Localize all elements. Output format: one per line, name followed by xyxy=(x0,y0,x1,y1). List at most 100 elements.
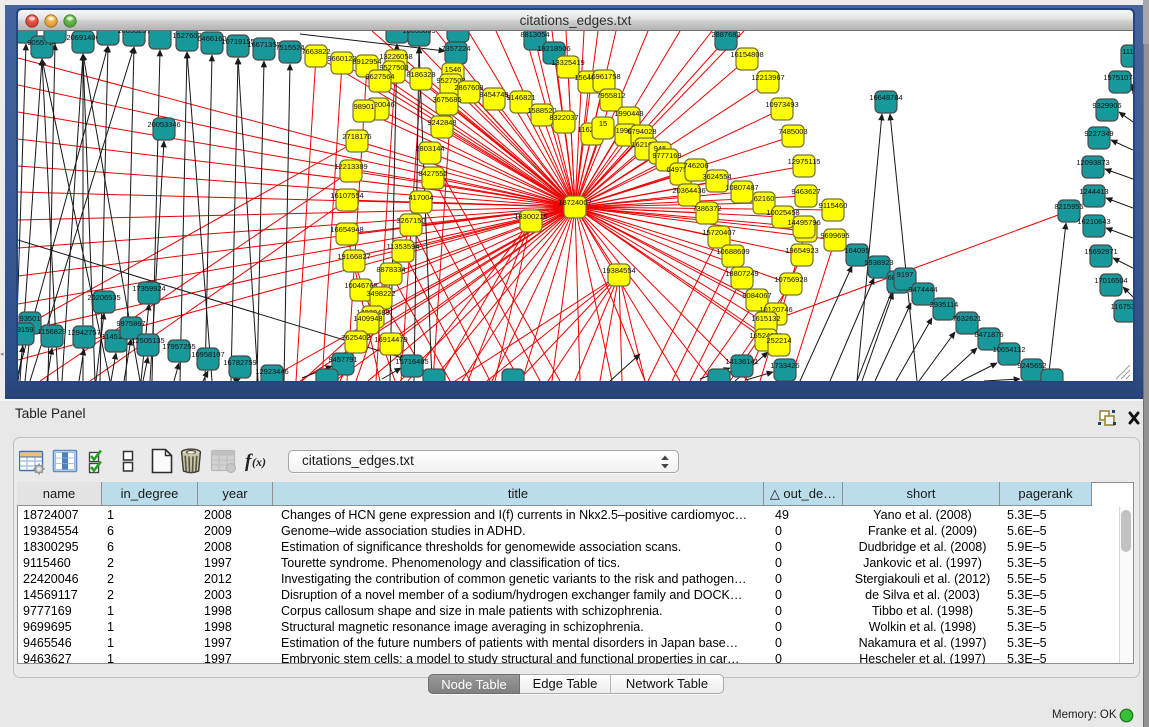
svg-text:15692971: 15692971 xyxy=(1084,247,1117,256)
svg-text:18300215: 18300215 xyxy=(514,212,547,221)
svg-text:8878334: 8878334 xyxy=(376,265,405,274)
svg-text:8813054: 8813054 xyxy=(520,31,549,39)
svg-text:7663822: 7663822 xyxy=(301,47,330,56)
svg-text:10654112: 10654112 xyxy=(993,345,1026,354)
svg-text:16107554: 16107554 xyxy=(330,191,363,200)
svg-text:1546: 1546 xyxy=(445,65,462,74)
svg-text:7386372: 7386372 xyxy=(692,204,721,213)
svg-text:16914479: 16914479 xyxy=(374,335,407,344)
svg-text:10756928: 10756928 xyxy=(774,275,807,284)
svg-text:3267150: 3267150 xyxy=(396,216,425,225)
svg-text:3624554: 3624554 xyxy=(702,172,731,181)
svg-text:19166827: 19166827 xyxy=(337,252,370,261)
svg-text:10025458: 10025458 xyxy=(766,208,799,217)
svg-text:14495796: 14495796 xyxy=(787,218,820,227)
svg-text:20691406: 20691406 xyxy=(66,33,99,42)
svg-text:164095: 164095 xyxy=(844,246,869,255)
svg-text:2803144: 2803144 xyxy=(415,144,444,153)
svg-text:5938923: 5938923 xyxy=(864,258,893,267)
svg-text:16648784: 16648784 xyxy=(869,93,902,102)
svg-text:16210643: 16210643 xyxy=(1077,217,1110,226)
svg-text:18807249: 18807249 xyxy=(725,269,758,278)
svg-text:7625402: 7625402 xyxy=(341,333,370,342)
svg-text:2718176: 2718176 xyxy=(342,132,371,141)
svg-text:13226058: 13226058 xyxy=(379,52,412,61)
svg-text:1167533: 1167533 xyxy=(1111,302,1133,311)
svg-text:1244413: 1244413 xyxy=(1079,187,1108,196)
svg-text:2935114: 2935114 xyxy=(930,300,959,309)
svg-text:8454749: 8454749 xyxy=(479,90,508,99)
svg-text:9245652: 9245652 xyxy=(1017,361,1046,370)
svg-text:9777169: 9777169 xyxy=(652,151,681,160)
svg-text:16961758: 16961758 xyxy=(587,72,620,81)
svg-text:1990448: 1990448 xyxy=(614,109,643,118)
svg-text:12093873: 12093873 xyxy=(1076,158,1109,167)
svg-text:9146821: 9146821 xyxy=(506,93,535,102)
svg-text:9975867: 9975867 xyxy=(116,319,145,328)
svg-text:7955812: 7955812 xyxy=(596,91,625,100)
svg-text:9115460: 9115460 xyxy=(819,201,848,210)
svg-text:8471876: 8471876 xyxy=(974,330,1003,339)
svg-text:9457791: 9457791 xyxy=(328,355,357,364)
svg-text:9474444: 9474444 xyxy=(908,285,937,294)
svg-text:3675685: 3675685 xyxy=(432,95,461,104)
svg-text:10973493: 10973493 xyxy=(765,100,798,109)
svg-text:10853257: 10853257 xyxy=(117,31,150,35)
svg-text:12505135: 12505135 xyxy=(131,336,164,345)
svg-text:15716485: 15716485 xyxy=(395,357,428,366)
svg-text:12975115: 12975115 xyxy=(788,157,821,166)
svg-text:62160: 62160 xyxy=(754,194,775,203)
svg-text:417004: 417004 xyxy=(408,193,433,202)
svg-text:(x): (x) xyxy=(252,455,266,469)
svg-text:17359924: 17359924 xyxy=(132,284,165,293)
svg-text:20053346: 20053346 xyxy=(147,120,180,129)
svg-text:19384554: 19384554 xyxy=(602,266,635,275)
svg-text:7632621: 7632621 xyxy=(952,314,981,323)
svg-text:13325419: 13325419 xyxy=(551,58,584,67)
svg-text:12923446: 12923446 xyxy=(255,367,288,376)
svg-text:9242848: 9242848 xyxy=(427,118,456,127)
svg-text:16053809: 16053809 xyxy=(402,31,435,35)
svg-text:8322037: 8322037 xyxy=(549,113,578,122)
svg-text:8912954: 8912954 xyxy=(352,57,381,66)
svg-text:9699695: 9699695 xyxy=(820,231,849,240)
svg-text:9084067: 9084067 xyxy=(742,291,771,300)
svg-text:16782759: 16782759 xyxy=(223,358,256,367)
svg-text:8215955: 8215955 xyxy=(1054,202,1083,211)
svg-text:12213389: 12213389 xyxy=(334,162,367,171)
svg-text:15720407: 15720407 xyxy=(702,228,735,237)
svg-text:10958107: 10958107 xyxy=(191,350,224,359)
svg-text:9627564: 9627564 xyxy=(365,72,394,81)
svg-text:39159: 39159 xyxy=(18,325,33,334)
svg-text:14136141: 14136141 xyxy=(725,357,758,366)
svg-text:16654948: 16654948 xyxy=(330,225,363,234)
svg-text:19218506: 19218506 xyxy=(537,44,570,53)
svg-text:9329906: 9329906 xyxy=(1092,101,1121,110)
svg-text:18724007: 18724007 xyxy=(558,198,591,207)
svg-text:252214: 252214 xyxy=(766,336,791,345)
svg-text:11353594: 11353594 xyxy=(387,242,420,251)
svg-text:15751074: 15751074 xyxy=(1103,73,1133,82)
svg-text:11126: 11126 xyxy=(1122,47,1133,56)
svg-text:8186328: 8186328 xyxy=(406,70,435,79)
svg-text:9197: 9197 xyxy=(897,270,914,279)
svg-text:3498222: 3498222 xyxy=(366,289,395,298)
svg-text:10807487: 10807487 xyxy=(725,183,758,192)
svg-text:6794028: 6794028 xyxy=(627,127,656,136)
svg-text:1615132: 1615132 xyxy=(751,314,780,323)
svg-text:98901: 98901 xyxy=(354,102,375,111)
svg-text:15: 15 xyxy=(599,119,607,128)
svg-text:8427552: 8427552 xyxy=(418,169,447,178)
svg-text:12213967: 12213967 xyxy=(751,73,784,82)
svg-text:7515524: 7515524 xyxy=(275,43,304,52)
svg-text:12942757: 12942757 xyxy=(67,328,100,337)
svg-text:9227349: 9227349 xyxy=(1084,129,1113,138)
svg-text:20364436: 20364436 xyxy=(672,186,705,195)
svg-text:7357224: 7357224 xyxy=(441,44,470,53)
svg-text:1156829: 1156829 xyxy=(38,327,67,336)
svg-text:2887682: 2887682 xyxy=(711,31,740,39)
svg-text:1733426: 1733426 xyxy=(770,361,799,370)
svg-text:10688609: 10688609 xyxy=(716,247,749,256)
svg-text:19654923: 19654923 xyxy=(785,246,818,255)
svg-text:7485003: 7485003 xyxy=(778,127,807,136)
